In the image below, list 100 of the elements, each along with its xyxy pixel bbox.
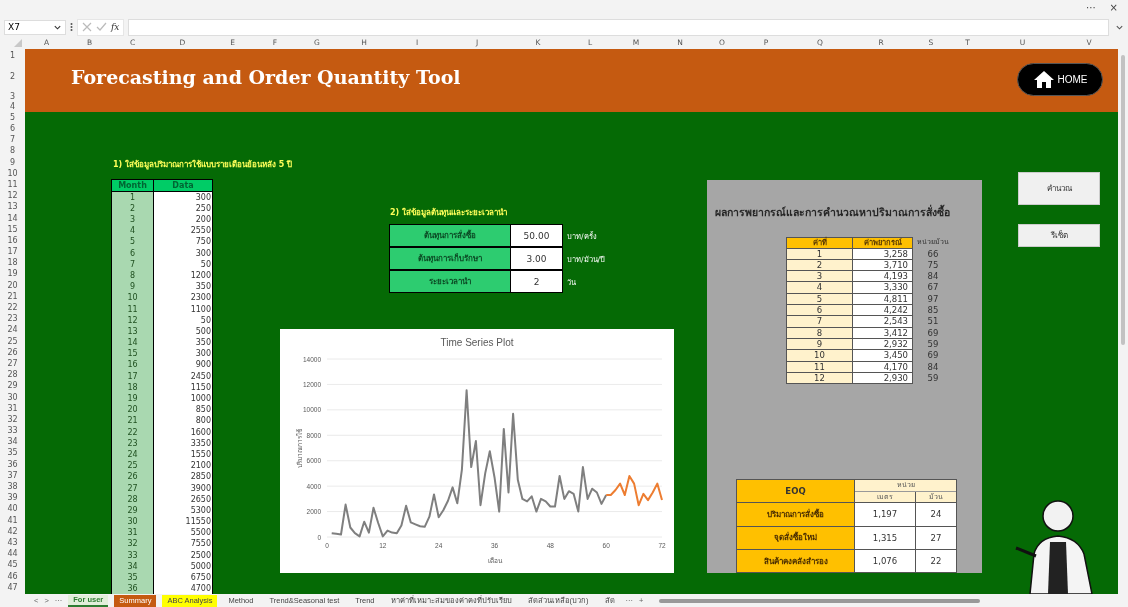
row-header[interactable]: 40 xyxy=(0,503,25,515)
row-header[interactable]: 24 xyxy=(0,324,25,336)
cost-value-cell[interactable]: 2 xyxy=(511,270,563,294)
data-cell[interactable]: 1000 xyxy=(154,393,212,405)
data-cell[interactable]: 2500 xyxy=(154,549,212,561)
row-header[interactable]: 6 xyxy=(0,123,25,135)
data-cell[interactable]: 2450 xyxy=(154,370,212,382)
row-header[interactable]: 26 xyxy=(0,347,25,359)
cost-value-cell[interactable]: 3.00 xyxy=(511,247,563,271)
row-header[interactable]: 41 xyxy=(0,515,25,527)
formula-input[interactable] xyxy=(128,18,1109,36)
period-cell: 7 xyxy=(786,316,853,328)
month-cell: 31 xyxy=(112,527,154,539)
row-header[interactable]: 46 xyxy=(0,570,25,583)
data-cell[interactable]: 4700 xyxy=(154,583,212,595)
row-header[interactable]: 23 xyxy=(0,313,25,325)
row-header[interactable]: 11 xyxy=(0,179,25,191)
select-all-corner[interactable] xyxy=(14,39,22,48)
row-header[interactable]: 34 xyxy=(0,436,25,448)
insert-function-button[interactable]: fx xyxy=(111,22,120,33)
roll-count: 75 xyxy=(926,259,940,272)
row-header[interactable]: 43 xyxy=(0,537,25,549)
row-header[interactable]: 9 xyxy=(0,157,25,169)
row-header[interactable]: 17 xyxy=(0,246,25,258)
data-cell[interactable]: 2650 xyxy=(154,493,212,505)
data-cell[interactable]: 300 xyxy=(154,247,212,259)
data-cell[interactable]: 2850 xyxy=(154,471,212,483)
row-header[interactable]: 18 xyxy=(0,257,25,269)
row-header[interactable]: 28 xyxy=(0,369,25,381)
data-cell[interactable]: 3350 xyxy=(154,437,212,449)
cost-value-cell[interactable]: 50.00 xyxy=(511,224,563,248)
row-header[interactable]: 10 xyxy=(0,168,25,180)
data-cell[interactable]: 2550 xyxy=(154,225,212,237)
data-cell[interactable]: 850 xyxy=(154,404,212,416)
more-options[interactable]: ··· xyxy=(1086,2,1096,14)
row-header[interactable]: 44 xyxy=(0,548,25,560)
data-cell[interactable]: 350 xyxy=(154,281,212,293)
row-header[interactable]: 4 xyxy=(0,102,25,113)
row-header[interactable]: 1 xyxy=(0,49,25,64)
data-cell[interactable]: 11550 xyxy=(154,516,212,528)
row-header[interactable]: 35 xyxy=(0,447,25,460)
row-header[interactable]: 20 xyxy=(0,280,25,292)
row-header[interactable]: 25 xyxy=(0,336,25,348)
check-icon[interactable] xyxy=(96,22,107,33)
row-header[interactable]: 19 xyxy=(0,268,25,281)
data-cell[interactable]: 1100 xyxy=(154,303,212,315)
roll-count: 69 xyxy=(926,327,940,339)
forecast-cell: 3,330 xyxy=(853,282,913,294)
roll-count: 84 xyxy=(926,271,940,283)
row-header[interactable]: 33 xyxy=(0,425,25,437)
row-header[interactable]: 42 xyxy=(0,526,25,538)
data-cell[interactable]: 300 xyxy=(154,348,212,360)
row-header[interactable]: 21 xyxy=(0,291,25,303)
data-cell[interactable]: 200 xyxy=(154,214,212,226)
cancel-icon[interactable] xyxy=(82,22,92,33)
macro-button[interactable]: คำนวณ xyxy=(1018,172,1100,206)
row-header[interactable]: 36 xyxy=(0,459,25,471)
data-cell[interactable]: 350 xyxy=(154,337,212,349)
row-header[interactable]: 7 xyxy=(0,134,25,146)
row-header[interactable]: 14 xyxy=(0,212,25,225)
row-header[interactable]: 45 xyxy=(0,559,25,571)
roll-count: 97 xyxy=(926,293,940,306)
row-header[interactable]: 30 xyxy=(0,391,25,404)
row-header[interactable]: 38 xyxy=(0,481,25,493)
row-header[interactable]: 15 xyxy=(0,224,25,236)
data-cell[interactable]: 7550 xyxy=(154,538,212,550)
row-header[interactable]: 39 xyxy=(0,492,25,504)
data-cell[interactable]: 1600 xyxy=(154,426,212,438)
data-cell[interactable]: 50 xyxy=(154,258,212,270)
row-header[interactable]: 8 xyxy=(0,145,25,157)
row-header[interactable]: 27 xyxy=(0,358,25,370)
row-header[interactable]: 22 xyxy=(0,302,25,314)
data-cell[interactable]: 300 xyxy=(154,191,212,203)
macro-button[interactable]: รีเซ็ต xyxy=(1018,224,1100,248)
row-header[interactable]: 2 xyxy=(0,63,25,92)
period-cell: 4 xyxy=(786,282,853,294)
row-header[interactable]: 32 xyxy=(0,414,25,426)
row-header[interactable]: 37 xyxy=(0,470,25,482)
data-cell[interactable]: 6750 xyxy=(154,572,212,584)
data-cell[interactable]: 750 xyxy=(154,236,212,248)
row-header[interactable]: 3 xyxy=(0,91,25,103)
row-header[interactable]: 12 xyxy=(0,190,25,202)
data-cell[interactable]: 50 xyxy=(154,314,212,326)
row-header[interactable]: 5 xyxy=(0,112,25,124)
home-button[interactable]: HOME xyxy=(1017,63,1103,97)
name-box[interactable]: X7 xyxy=(4,19,66,35)
row-header[interactable]: 29 xyxy=(0,380,25,392)
data-cell[interactable]: 2100 xyxy=(154,460,212,472)
row-header[interactable]: 13 xyxy=(0,201,25,213)
row-header[interactable]: 31 xyxy=(0,403,25,415)
row-header[interactable]: 47 xyxy=(0,582,25,594)
forecast-cell: 3,450 xyxy=(853,350,913,362)
vertical-dots-icon xyxy=(70,22,73,33)
data-cell[interactable]: 2300 xyxy=(154,292,212,304)
close-button[interactable]: × xyxy=(1109,2,1118,14)
data-cell[interactable]: 5500 xyxy=(154,527,212,539)
row-header[interactable]: 16 xyxy=(0,235,25,247)
data-cell[interactable]: 900 xyxy=(154,359,212,371)
data-cell[interactable]: 800 xyxy=(154,415,212,427)
data-cell[interactable]: 3900 xyxy=(154,482,212,494)
